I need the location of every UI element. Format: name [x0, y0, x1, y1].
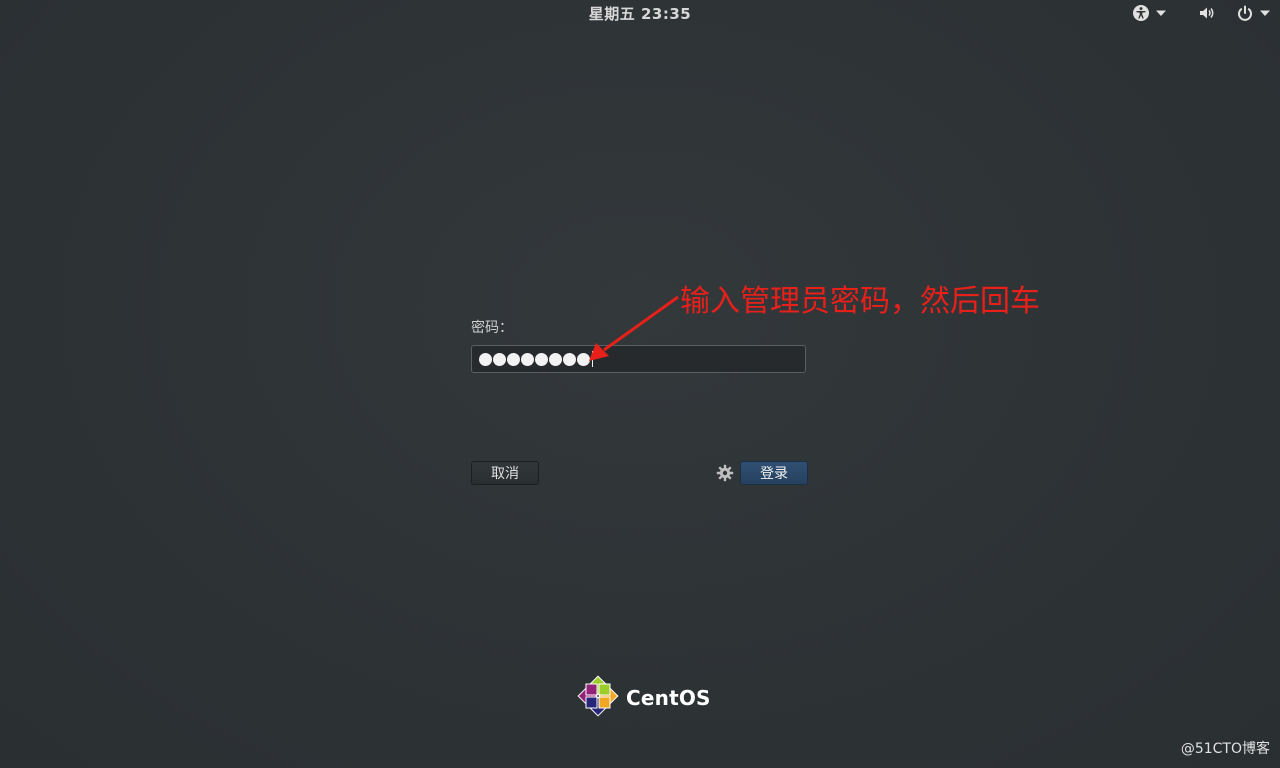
password-label: 密码： [471, 320, 513, 336]
password-dot [549, 352, 562, 366]
volume-icon [1198, 4, 1216, 22]
top-bar: 星期五 23:35 [0, 0, 1280, 26]
password-dot [577, 352, 590, 366]
login-button[interactable]: 登录 [740, 461, 808, 485]
accessibility-menu[interactable] [1132, 3, 1166, 23]
accessibility-icon [1132, 4, 1150, 22]
login-screen: 星期五 23:35 密码： 取消 登录 输入管理员密码，然后回车 CentOS … [0, 0, 1280, 768]
password-dot [563, 352, 576, 366]
password-dot [507, 352, 520, 366]
password-dots [479, 352, 590, 366]
system-menu[interactable] [1198, 3, 1270, 23]
centos-logo-text: CentOS [626, 686, 711, 710]
power-icon [1236, 4, 1254, 22]
annotation-text: 输入管理员密码，然后回车 [680, 284, 1040, 319]
chevron-down-icon [1156, 9, 1166, 17]
password-dot [479, 352, 492, 366]
password-dot [521, 352, 534, 366]
chevron-down-icon [1260, 9, 1270, 17]
text-caret [592, 351, 593, 367]
password-dot [493, 352, 506, 366]
watermark: @51CTO博客 [1180, 741, 1270, 757]
centos-logo: CentOS [576, 674, 711, 722]
cancel-button[interactable]: 取消 [471, 461, 539, 485]
gear-icon[interactable] [716, 464, 734, 482]
annotation-arrow [589, 295, 679, 361]
password-field[interactable] [471, 345, 806, 373]
centos-logo-icon [576, 674, 620, 722]
password-dot [535, 352, 548, 366]
clock[interactable]: 星期五 23:35 [0, 3, 1280, 24]
